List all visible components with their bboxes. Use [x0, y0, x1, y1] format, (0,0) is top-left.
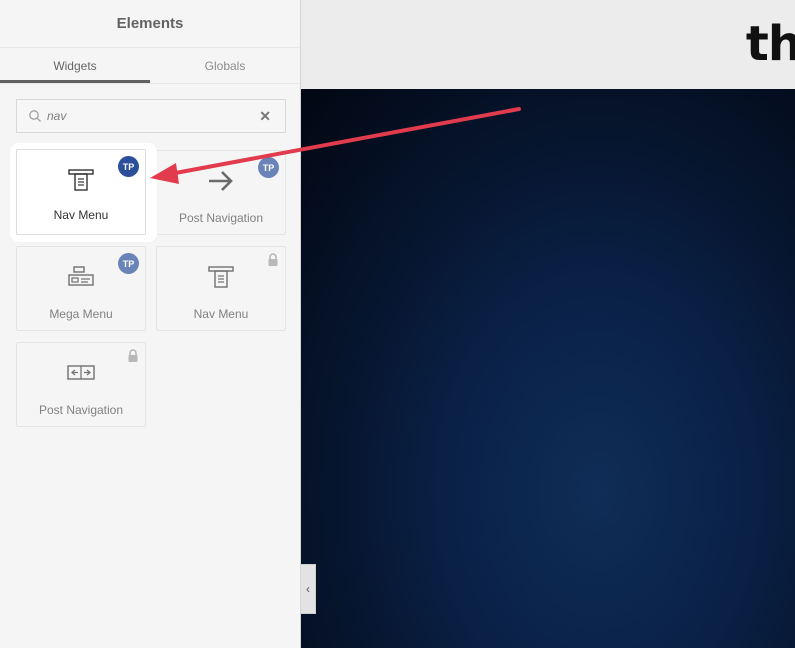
- widget-mega-menu[interactable]: TP Mega Menu: [16, 246, 146, 331]
- widget-post-navigation-tp[interactable]: TP Post Navigation: [156, 150, 286, 235]
- panel-title: Elements: [116, 15, 184, 32]
- widget-post-navigation-locked[interactable]: Post Navigation: [16, 342, 146, 427]
- panel-header: Elements: [0, 0, 300, 48]
- search-input[interactable]: [47, 109, 260, 123]
- panel-tabs: Widgets Globals: [0, 48, 300, 84]
- tp-badge: TP: [118, 253, 139, 274]
- site-title: th: [745, 16, 795, 72]
- widget-label: Nav Menu: [53, 208, 109, 222]
- search-icon: [29, 110, 41, 122]
- widget-label: Mega Menu: [49, 307, 113, 321]
- clear-search-icon[interactable]: ✕: [259, 108, 271, 125]
- widget-nav-menu-tp[interactable]: TP Nav Menu: [16, 149, 146, 235]
- highlighted-widget-frame: TP Nav Menu: [10, 143, 157, 242]
- widget-label: Post Navigation: [178, 211, 264, 225]
- chevron-left-icon: ‹: [306, 582, 310, 596]
- tp-badge: TP: [118, 156, 139, 177]
- canvas-hero-section[interactable]: [301, 89, 795, 648]
- nav-menu-icon: [68, 169, 94, 191]
- canvas-header: th: [301, 0, 795, 89]
- nav-menu-icon: [208, 266, 234, 288]
- widget-label: Post Navigation: [38, 403, 124, 417]
- post-navigation-icon: [67, 365, 95, 380]
- lock-icon: [128, 349, 138, 362]
- collapse-panel-button[interactable]: ‹: [301, 564, 316, 614]
- lock-icon: [268, 253, 278, 266]
- tab-widgets[interactable]: Widgets: [0, 48, 150, 83]
- arrow-right-icon: [209, 171, 233, 191]
- widget-nav-menu-locked[interactable]: Nav Menu: [156, 246, 286, 331]
- elements-panel: Elements Widgets Globals ✕ TP Post Navig…: [0, 0, 301, 648]
- mega-menu-icon: [68, 266, 94, 286]
- widget-label: Nav Menu: [193, 307, 249, 321]
- search-box[interactable]: ✕: [16, 99, 286, 133]
- tp-badge: TP: [258, 157, 279, 178]
- tab-globals[interactable]: Globals: [150, 48, 300, 83]
